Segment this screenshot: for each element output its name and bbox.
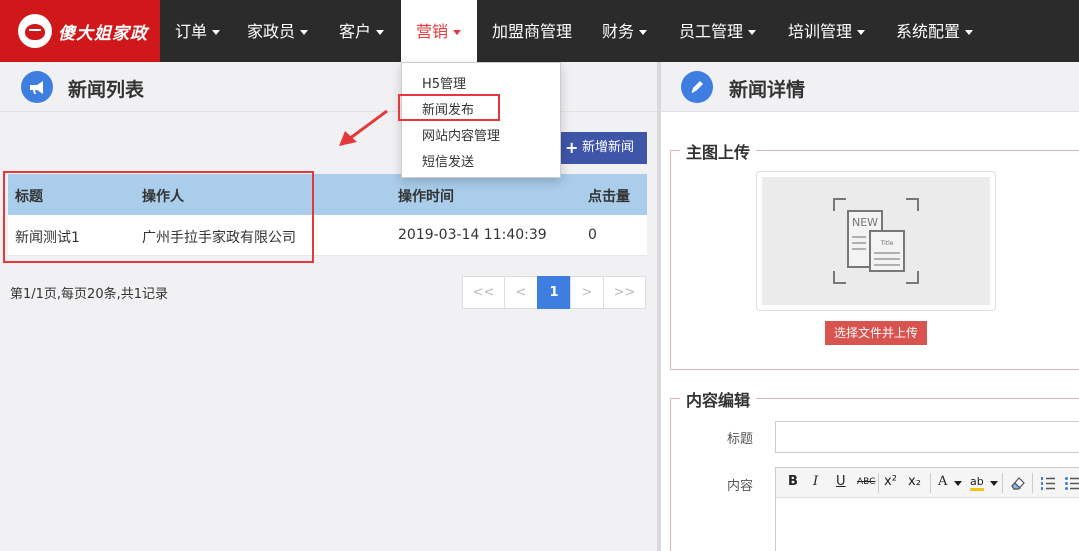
subscript-button[interactable]: x₂ xyxy=(908,474,921,489)
top-navbar: 傻大姐家政 订单 家政员 客户 营销 加盟商管理 财务 员工管理 培训管理 系统… xyxy=(0,0,1079,62)
news-detail-header: 新闻详情 xyxy=(661,62,1079,112)
marketing-dropdown-menu: H5管理 新闻发布 网站内容管理 短信发送 xyxy=(398,62,561,178)
title-input[interactable] xyxy=(775,421,1079,453)
highlight-color-button[interactable]: ab xyxy=(970,476,984,491)
caret-down-icon xyxy=(453,30,462,35)
megaphone-icon xyxy=(21,71,53,103)
eraser-icon[interactable] xyxy=(1010,475,1026,491)
nav-label: 营销 xyxy=(416,22,449,41)
add-news-label: 新增新闻 xyxy=(582,140,635,155)
panel-title: 新闻详情 xyxy=(729,79,806,101)
bold-button[interactable]: B xyxy=(788,474,798,489)
column-header: 标题 xyxy=(15,189,43,205)
image-upload-legend: 主图上传 xyxy=(680,139,757,163)
column-header: 操作人 xyxy=(142,189,184,205)
toolbar-separator xyxy=(878,473,879,493)
nav-label: 加盟商管理 xyxy=(492,22,573,41)
add-news-button[interactable]: + 新增新闻 xyxy=(556,132,647,164)
brand-logo[interactable]: 傻大姐家政 xyxy=(0,0,160,62)
menu-item-news-publish[interactable]: 新闻发布 xyxy=(422,99,474,118)
logo-face-icon xyxy=(18,14,52,48)
pagination: << < 1 > >> xyxy=(462,276,646,309)
caret-down-icon xyxy=(954,481,962,486)
nav-item-orders[interactable]: 订单 xyxy=(175,0,221,62)
caret-down-icon xyxy=(965,30,974,35)
placeholder-badge: NEW xyxy=(852,216,878,229)
nav-label: 培训管理 xyxy=(788,22,853,41)
cell-time: 2019-03-14 11:40:39 xyxy=(398,227,547,243)
menu-item-sms[interactable]: 短信发送 xyxy=(422,151,474,170)
nav-item-franchise[interactable]: 加盟商管理 xyxy=(492,0,572,62)
next-page-button[interactable]: > xyxy=(570,276,604,309)
nav-item-finance[interactable]: 财务 xyxy=(602,0,648,62)
caret-down-icon xyxy=(857,30,866,35)
cell-operator: 广州手拉手家政有限公司 xyxy=(142,230,296,246)
nav-label: 员工管理 xyxy=(679,22,744,41)
last-page-button[interactable]: >> xyxy=(603,276,646,309)
ordered-list-icon[interactable] xyxy=(1040,475,1056,491)
title-label: 标题 xyxy=(727,432,754,447)
nav-label: 系统配置 xyxy=(896,22,961,41)
news-placeholder-icon: NEW Title xyxy=(833,198,919,284)
caret-down-icon xyxy=(748,30,757,35)
pencil-icon xyxy=(681,71,713,103)
content-editor[interactable]: B I U ABC x² x₂ A ab xyxy=(775,467,1079,551)
cell-clicks: 0 xyxy=(588,227,597,243)
nav-item-training[interactable]: 培训管理 xyxy=(788,0,866,62)
page-1-button[interactable]: 1 xyxy=(537,276,571,309)
caret-down-icon xyxy=(300,30,309,35)
table-row[interactable]: 新闻测试1 广州手拉手家政有限公司 2019-03-14 11:40:39 0 xyxy=(8,215,647,256)
editor-toolbar: B I U ABC x² x₂ A ab xyxy=(776,468,1079,498)
prev-page-button[interactable]: < xyxy=(504,276,538,309)
upload-file-button[interactable]: 选择文件并上传 xyxy=(825,321,927,345)
table-header: 标题 操作人 操作时间 点击量 xyxy=(8,174,647,215)
menu-item-h5[interactable]: H5管理 xyxy=(422,73,466,92)
pagination-info: 第1/1页,每页20条,共1记录 xyxy=(10,287,168,302)
news-detail-panel: 新闻详情 主图上传 NEW Title 选择文件并上传 内容编辑 标题 内容 B… xyxy=(661,62,1079,551)
nav-item-housekeepers[interactable]: 家政员 xyxy=(247,0,309,62)
content-edit-legend: 内容编辑 xyxy=(680,387,757,411)
caret-down-icon xyxy=(376,30,385,35)
plus-icon: + xyxy=(565,138,579,157)
nav-item-staff[interactable]: 员工管理 xyxy=(679,0,757,62)
nav-label: 财务 xyxy=(602,22,635,41)
italic-button[interactable]: I xyxy=(813,474,818,489)
placeholder-small: Title xyxy=(880,240,894,247)
nav-label: 家政员 xyxy=(247,22,296,41)
cell-title: 新闻测试1 xyxy=(15,230,80,246)
nav-item-customers[interactable]: 客户 xyxy=(339,0,385,62)
image-preview[interactable]: NEW Title xyxy=(756,171,996,311)
superscript-button[interactable]: x² xyxy=(884,474,897,489)
toolbar-separator xyxy=(930,473,931,493)
font-color-button[interactable]: A xyxy=(938,474,947,489)
content-label: 内容 xyxy=(727,479,754,494)
nav-item-settings[interactable]: 系统配置 xyxy=(896,0,974,62)
caret-down-icon xyxy=(212,30,221,35)
annotation-arrow-icon xyxy=(339,109,388,146)
underline-button[interactable]: U xyxy=(836,474,846,489)
brand-name: 傻大姐家政 xyxy=(58,23,148,44)
menu-item-site-content[interactable]: 网站内容管理 xyxy=(422,125,500,144)
nav-label: 订单 xyxy=(175,22,208,41)
nav-label: 客户 xyxy=(339,22,372,41)
toolbar-separator xyxy=(1032,473,1033,493)
caret-down-icon xyxy=(639,30,648,35)
strikethrough-button[interactable]: ABC xyxy=(857,477,875,487)
toolbar-separator xyxy=(1002,473,1003,493)
column-header: 点击量 xyxy=(588,189,630,205)
nav-item-marketing[interactable]: 营销 xyxy=(401,0,477,62)
image-placeholder: NEW Title xyxy=(762,177,990,305)
panel-title: 新闻列表 xyxy=(68,79,145,101)
column-header: 操作时间 xyxy=(398,189,454,205)
first-page-button[interactable]: << xyxy=(462,276,505,309)
caret-down-icon xyxy=(990,481,998,486)
unordered-list-icon[interactable] xyxy=(1064,475,1079,491)
